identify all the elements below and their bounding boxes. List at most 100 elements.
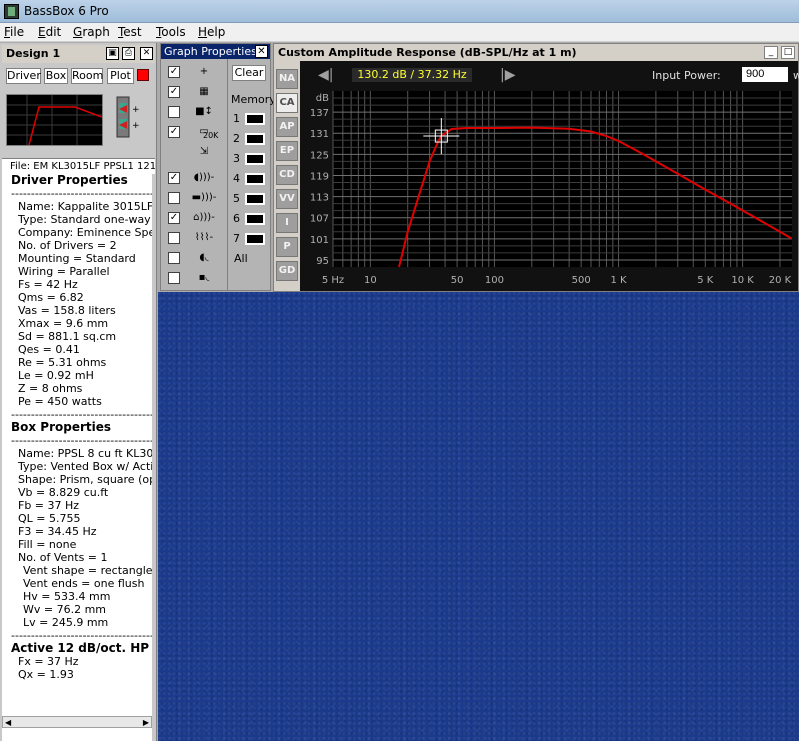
plot-color-swatch[interactable] [137,69,149,81]
cursor-left-icon[interactable]: ◀| [318,67,333,83]
svg-text:+: + [132,105,140,115]
tab-gd[interactable]: GD [276,261,298,281]
box-property: Name: PPSL 8 cu ft KL3015LF [18,447,152,460]
driver-sound-icon[interactable]: ◖)))- [186,171,222,185]
box-sound-icon[interactable]: ⌂)))- [186,211,222,225]
speaker-phase-icon[interactable]: ◖◟ [186,251,222,265]
checkbox-driver-sound[interactable]: ✓ [168,172,180,184]
filter-property: Qx = 1.93 [18,668,74,681]
box-property: Fill = none [18,538,77,551]
amplitude-plot[interactable]: 137 131 125 119 113 107 101 95 dB 5 Hz 10 50 100 500 1… [300,89,798,291]
y-tick-label: 101 [310,235,329,246]
tab-box[interactable]: Box [44,68,68,84]
memory-all-button[interactable]: All [234,252,248,265]
scroll-right-icon[interactable]: ▶ [143,718,149,727]
response-thumbnail[interactable] [6,94,103,146]
box-properties-heading: Box Properties [11,420,112,434]
tab-ca[interactable]: CA [276,93,298,113]
close-icon[interactable]: ✕ [140,47,153,60]
menu-graph[interactable]: Graph [73,25,110,39]
close-icon[interactable]: ✕ [255,45,268,58]
driver-property: Vas = 158.8 liters [18,304,116,317]
menu-file[interactable]: File [4,25,24,39]
input-power-field[interactable] [742,67,788,82]
separator: ------------------------------------ [11,434,152,447]
box-property: Fb = 37 Hz [18,499,80,512]
checkbox-grid[interactable]: ✓ [168,86,180,98]
tab-ep[interactable]: EP [276,141,298,161]
y-unit-label: dB [316,93,329,104]
tab-na[interactable]: NA [276,69,298,89]
driver-meter-icon[interactable]: + + [116,95,142,141]
checkbox-filter[interactable] [168,232,180,244]
input-power-unit: watts [793,69,799,82]
memory-slot-swatch[interactable] [245,233,265,245]
maximize-icon[interactable]: □ [781,46,795,59]
memory-slot-swatch[interactable] [245,173,265,185]
x-tick-label: 10 K [731,275,754,286]
y-tick-label: 119 [310,171,329,182]
grid-icon[interactable]: ▦ [186,85,222,99]
cursor-right-icon[interactable]: |▶ [500,67,515,83]
checkbox-speaker-phase[interactable] [168,252,180,264]
memory-slot-swatch[interactable] [245,153,265,165]
x-tick-label: 500 [572,275,591,286]
separator: ------------------------------------ [11,187,152,200]
minimize-icon[interactable]: _ [764,46,778,59]
x-tick-label: 100 [485,275,504,286]
tab-i[interactable]: I [276,213,298,233]
checkbox-port-sound[interactable] [168,192,180,204]
tab-driver[interactable]: Driver [6,68,41,84]
impedance-icon[interactable]: ▪◟ [186,271,222,285]
file-path: File: EM KL3015LF PPSL1 121.3 [2,158,155,174]
clear-button[interactable]: Clear [232,65,266,81]
menu-edit[interactable]: Edit [38,25,61,39]
x-tick-label: 10 [364,275,377,286]
filter-icon[interactable]: ⌇⌇⌇- [186,231,222,245]
menu-tools[interactable]: Tools [156,25,186,39]
x-tick-label: 5 K [697,275,714,286]
x-tick-label: 5 Hz [322,275,344,286]
crosshair-icon[interactable]: + [186,65,222,79]
title-bar: BassBox 6 Pro [0,0,799,23]
driver-property: Z = 8 ohms [18,382,83,395]
memory-slot-number: 5 [233,192,240,205]
memory-slot-number: 2 [233,132,240,145]
tab-plot[interactable]: Plot [107,68,134,84]
memory-slot-swatch[interactable] [245,213,265,225]
menu-test[interactable]: Test [118,25,142,39]
checkbox-impedance[interactable] [168,272,180,284]
y-tick-label: 137 [310,108,329,119]
print-icon[interactable]: ⎙ [122,47,135,60]
box-property: QL = 5.755 [18,512,81,525]
tab-cd[interactable]: CD [276,165,298,185]
y-tick-label: 131 [310,129,329,140]
memory-slot-swatch[interactable] [245,113,265,125]
menu-bar: File Edit Graph Test Tools Help [0,23,799,42]
driver-properties-heading: Driver Properties [11,174,128,187]
horizontal-scrollbar[interactable]: ◀ ▶ [2,716,152,728]
save-icon[interactable]: ▣ [106,47,119,60]
box-property: No. of Vents = 1 [18,551,108,564]
tab-room[interactable]: Room [71,68,103,84]
checkbox-height[interactable] [168,106,180,118]
box-property: Shape: Prism, square (optimum) [18,473,152,486]
menu-help[interactable]: Help [198,25,225,39]
memory-slot-swatch[interactable] [245,193,265,205]
memory-slot-swatch[interactable] [245,133,265,145]
scroll-left-icon[interactable]: ◀ [5,718,11,727]
height-icon[interactable]: ■↕ [186,105,222,119]
filter-heading: Active 12 dB/oct. HP Filter [11,641,152,655]
box-property: Vb = 8.829 cu.ft [18,486,109,499]
scroll-down-icon[interactable]: ⇲ [186,145,222,159]
y-tick-label: 95 [316,256,329,267]
port-sound-icon[interactable]: ▬)))- [186,191,222,205]
design-title: Design 1 [6,47,61,60]
checkbox-crosshair[interactable]: ✓ [168,66,180,78]
checkbox-zoom-range[interactable]: ✓ [168,126,180,138]
tab-p[interactable]: P [276,237,298,257]
amplitude-chart[interactable]: 137 131 125 119 113 107 101 95 dB 5 Hz 10 50 100 500 1… [300,89,798,291]
tab-vv[interactable]: VV [276,189,298,209]
tab-ap[interactable]: AP [276,117,298,137]
checkbox-box-sound[interactable]: ✓ [168,212,180,224]
